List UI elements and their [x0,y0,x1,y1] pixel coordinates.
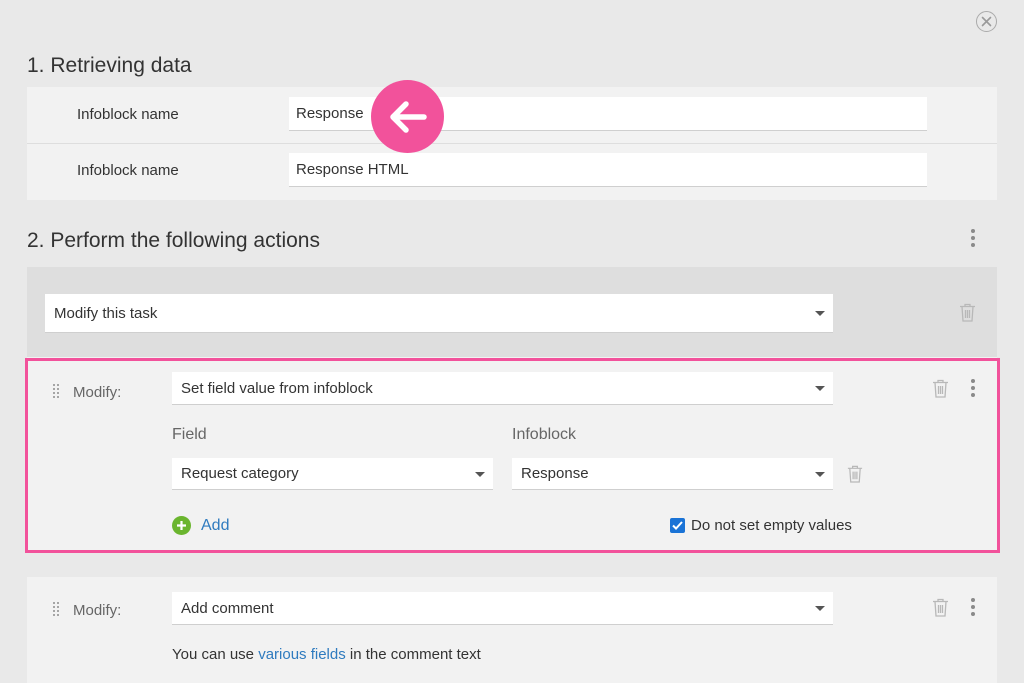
modify-type-select-2[interactable]: Add comment [172,592,833,625]
chevron-down-icon [815,606,825,611]
chevron-down-icon [815,386,825,391]
infoblock-name-label: Infoblock name [77,106,179,123]
annotation-arrow [371,80,444,153]
checkbox-label: Do not set empty values [691,517,852,534]
section-1-title: 1. Retrieving data [27,54,192,77]
hint-text-before: You can use [172,646,259,663]
modify-type-value: Set field value from infoblock [181,379,373,397]
add-button[interactable]: Add [172,516,229,535]
do-not-set-empty-checkbox[interactable]: Do not set empty values [670,517,852,534]
drag-handle-icon[interactable] [53,384,59,398]
block-menu-button-2[interactable] [971,598,975,616]
modify-type-select[interactable]: Set field value from infoblock [172,372,833,405]
infoblock-name-label-2: Infoblock name [77,162,179,179]
modify-label: Modify: [73,384,122,401]
trash-icon[interactable] [958,302,977,323]
checkmark-icon [672,521,683,530]
various-fields-link[interactable]: various fields [258,646,346,663]
infoblock-select[interactable]: Response [512,458,833,490]
infoblock-name-value-2: Response HTML [296,161,409,178]
add-label: Add [201,516,230,534]
chevron-down-icon [475,471,485,477]
hint-text-after: in the comment text [345,646,481,663]
chevron-down-icon [815,311,825,316]
kebab-menu-icon [971,598,975,602]
chevron-down-icon [815,471,825,477]
field-column-label: Field [172,426,207,443]
trash-icon[interactable] [846,464,864,484]
arrow-left-icon [389,100,427,133]
close-button[interactable] [976,11,997,32]
field-select-value: Request category [181,465,299,482]
infoblock-column-label: Infoblock [512,426,577,443]
action-select-value: Modify this task [54,304,158,322]
checkbox[interactable] [670,518,685,533]
infoblock-name-value: Response [296,105,364,122]
row-divider [27,143,997,144]
block-menu-button[interactable] [971,379,975,397]
infoblock-select-value: Response [521,465,589,482]
section-2-title: 2. Perform the following actions [27,229,320,252]
trash-icon[interactable] [931,378,950,399]
infoblock-name-input-2[interactable]: Response HTML [289,153,927,187]
action-select[interactable]: Modify this task [45,294,833,333]
drag-handle-icon[interactable] [53,602,59,616]
modify-label-2: Modify: [73,602,122,619]
field-select[interactable]: Request category [172,458,493,490]
plus-circle-icon [172,516,191,535]
modify-type-value-2: Add comment [181,599,274,617]
kebab-menu-icon [971,229,975,233]
close-icon [981,16,992,27]
comment-hint: You can use various fields in the commen… [172,646,481,663]
trash-icon[interactable] [931,597,950,618]
kebab-menu-icon [971,379,975,383]
section-menu-button[interactable] [971,229,975,247]
